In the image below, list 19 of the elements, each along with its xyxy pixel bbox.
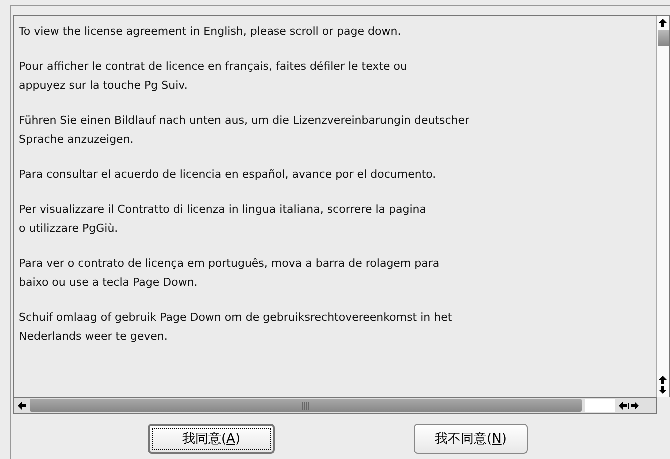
- left-right-arrows-icon[interactable]: [618, 400, 640, 410]
- dialog-button[interactable]: 我同意(A): [148, 424, 275, 454]
- scroll-thumb[interactable]: [658, 30, 668, 46]
- scroll-thumb[interactable]: [30, 399, 582, 412]
- license-paragraph: Para consultar el acuerdo de licencia en español, avance por el documento.: [19, 167, 438, 183]
- vertical-scrollbar[interactable]: [656, 16, 669, 397]
- license-paragraph: Para ver o contrato de licença em português, mova a barra de rolagem para baixo ou use a tecla Page Down.: [19, 256, 441, 291]
- horizontal-scrollbar[interactable]: [13, 397, 657, 414]
- up-arrow-icon[interactable]: [658, 18, 668, 28]
- up-arrow-icon[interactable]: [658, 375, 668, 385]
- down-arrow-icon[interactable]: [658, 385, 668, 395]
- license-paragraph: Führen Sie einen Bildlauf nach unten aus, um die Lizenzvereinbarungin deutscher Sprache anzuzeigen.: [19, 113, 471, 148]
- dialog-button[interactable]: 我不同意(N): [414, 424, 528, 454]
- grip-icon: [302, 402, 310, 410]
- license-paragraph: To view the license agreement in English, please scroll or page down.: [19, 24, 402, 40]
- left-arrow-icon[interactable]: [17, 400, 27, 410]
- license-paragraph: Schuif omlaag of gebruik Page Down om de gebruiksrechtovereenkomst in het Nederlands weer te geven.: [19, 310, 454, 345]
- license-paragraph: Pour afficher le contrat de licence en français, faites défiler le texte ou appuyez sur la touche Pg Suiv.: [19, 59, 408, 94]
- license-paragraph: Per visualizzare il Contratto di licenza in lingua italiana, scorrere la pagina o utilizzare PgGiù.: [19, 202, 428, 237]
